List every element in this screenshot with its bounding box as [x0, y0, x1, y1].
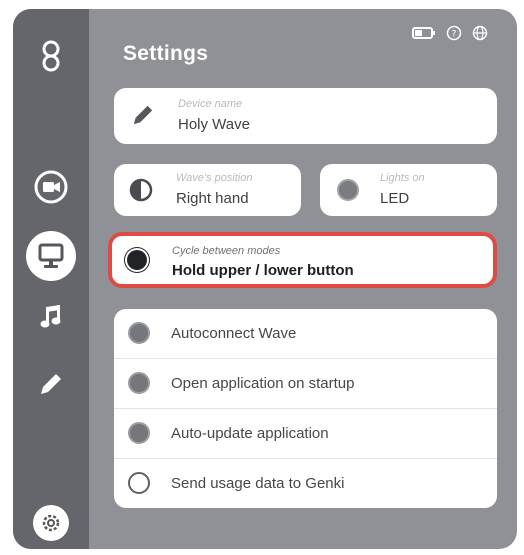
cycle-modes-label: Cycle between modes	[172, 245, 281, 257]
option-label: Open application on startup	[171, 375, 355, 392]
pencil-icon[interactable]	[38, 371, 64, 397]
option-auto-update[interactable]: Auto-update application	[114, 409, 497, 459]
edit-pencil-icon	[132, 104, 154, 131]
top-icons: ?	[412, 25, 488, 41]
page-title: Settings	[123, 42, 209, 65]
device-name-label: Device name	[178, 98, 243, 110]
lights-label: Lights on	[380, 172, 425, 184]
option-label: Autoconnect Wave	[171, 325, 297, 342]
monitor-icon[interactable]	[26, 231, 76, 281]
options-list: Autoconnect Wave Open application on sta…	[114, 309, 497, 508]
half-circle-icon	[128, 177, 154, 208]
option-send-usage-data[interactable]: Send usage data to Genki	[114, 459, 497, 509]
open-on-startup-checkbox[interactable]	[128, 372, 150, 394]
cycle-modes-card[interactable]: Cycle between modes Hold upper / lower b…	[108, 232, 497, 288]
option-autoconnect[interactable]: Autoconnect Wave	[114, 309, 497, 359]
option-label: Auto-update application	[171, 425, 329, 442]
device-name-card[interactable]: Device name Holy Wave	[114, 88, 497, 144]
settings-window: Settings ? Device name Holy Wave Wave's …	[13, 9, 517, 549]
camera-icon[interactable]	[33, 169, 69, 205]
sidebar	[13, 9, 89, 549]
option-open-on-startup[interactable]: Open application on startup	[114, 359, 497, 409]
autoconnect-checkbox[interactable]	[128, 322, 150, 344]
help-icon[interactable]: ?	[446, 25, 462, 41]
wave-position-card[interactable]: Wave's position Right hand	[114, 164, 301, 216]
globe-icon[interactable]	[472, 25, 488, 41]
auto-update-checkbox[interactable]	[128, 422, 150, 444]
wave-position-value: Right hand	[176, 190, 249, 207]
cycle-mode-radio[interactable]	[127, 250, 147, 270]
battery-icon	[412, 26, 436, 40]
cycle-modes-value: Hold upper / lower button	[172, 262, 354, 279]
lights-value: LED	[380, 190, 410, 207]
option-label: Send usage data to Genki	[171, 475, 345, 492]
device-name-value[interactable]: Holy Wave	[178, 116, 250, 133]
send-usage-data-checkbox[interactable]	[128, 472, 150, 494]
gear-icon[interactable]	[33, 505, 69, 541]
music-icon[interactable]	[36, 302, 66, 332]
wave-position-label: Wave's position	[176, 172, 253, 184]
light-dot-icon	[336, 178, 360, 207]
svg-text:?: ?	[452, 30, 457, 40]
logo-icon[interactable]	[34, 39, 68, 73]
lights-card[interactable]: Lights on LED	[320, 164, 497, 216]
